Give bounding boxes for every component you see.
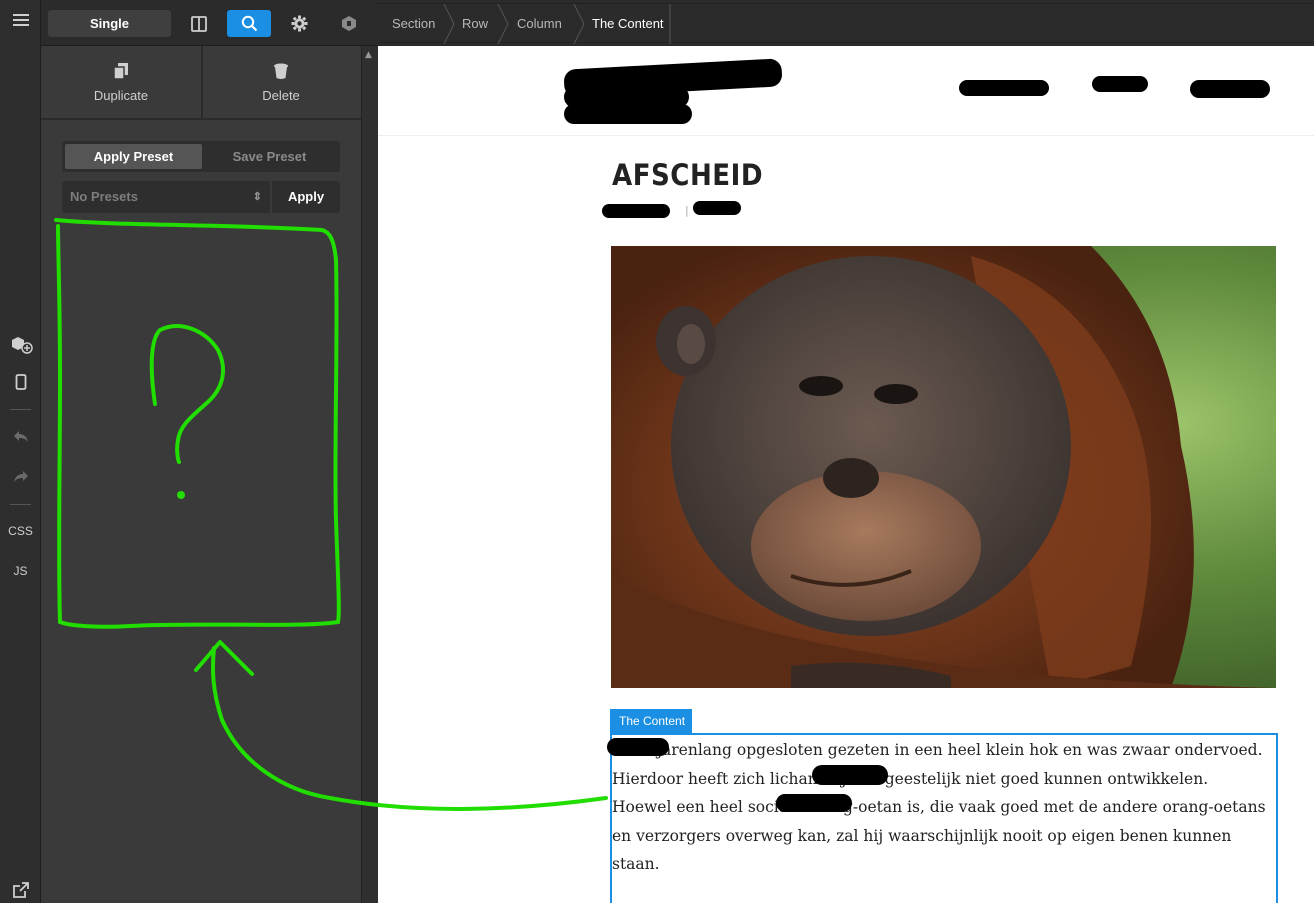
hexagon-icon[interactable] [327,10,371,37]
redacted-meta [693,201,741,215]
trash-icon [274,63,288,79]
breadcrumb-end [669,4,671,44]
breadcrumb-chevron [497,4,509,44]
page-title: AFSCHEID [612,158,763,192]
redacted-meta [602,204,670,218]
js-button[interactable]: JS [0,564,41,578]
top-bar: Single Section Row Column The Content [41,0,1314,46]
breadcrumb-chevron [443,4,455,44]
redacted-name [776,794,852,812]
undo-icon[interactable] [0,429,41,446]
rail-divider [10,409,31,410]
redacted-nav-item[interactable] [1190,80,1270,98]
preset-tabs: Apply Preset Save Preset [62,141,340,172]
css-button[interactable]: CSS [0,524,41,538]
duplicate-label: Duplicate [93,88,149,103]
preset-select-value: No Presets [70,189,138,204]
delete-button[interactable]: Delete [201,46,361,120]
single-mode-button[interactable]: Single [48,10,171,37]
site-header [378,46,1314,136]
add-element-icon[interactable] [0,334,41,357]
left-rail: CSS JS [0,0,41,903]
orangutan-photo [611,246,1276,688]
breadcrumb-section[interactable]: Section [392,4,435,44]
tab-save-preset[interactable]: Save Preset [202,144,337,169]
breadcrumb: Section Row Column The Content [378,3,1314,44]
rail-divider [10,504,31,505]
hamburger-icon[interactable] [0,12,41,31]
chevron-updown-icon: ⇕ [252,191,262,203]
preset-select[interactable]: No Presets ⇕ [62,181,270,213]
redacted-nav-item[interactable] [959,80,1049,96]
delete-label: Delete [262,88,300,103]
toolbar-left: Single [41,0,378,46]
redacted-nav-item[interactable] [1092,76,1148,92]
gear-icon[interactable] [277,10,321,37]
breadcrumb-the-content[interactable]: The Content [592,4,664,44]
element-actions: Duplicate Delete [41,46,361,120]
tab-apply-preset[interactable]: Apply Preset [65,144,202,169]
duplicate-icon [113,63,128,80]
duplicate-button[interactable]: Duplicate [41,46,201,120]
scroll-up-icon[interactable]: ▲ [365,50,372,60]
inspector-panel: Duplicate Delete Apply Preset Save Prese… [41,46,361,903]
meta-separator: | [685,204,689,217]
apply-preset-button[interactable]: Apply [272,181,340,213]
breadcrumb-column[interactable]: Column [517,4,562,44]
redo-icon[interactable] [0,469,41,486]
page-preview: AFSCHEID | The Content heeft jarenlang o… [378,46,1314,903]
search-icon[interactable] [227,10,271,37]
content-paragraph[interactable]: heeft jarenlang opgesloten gezeten in ee… [612,736,1272,879]
columns-icon[interactable] [177,10,221,37]
breadcrumb-chevron [573,4,585,44]
redacted-name [607,738,669,756]
redacted-logo [564,104,692,124]
redacted-name [812,765,888,785]
mobile-preview-icon[interactable] [0,374,41,393]
panel-scrollbar[interactable]: ▲ [361,46,378,903]
breadcrumb-row[interactable]: Row [462,4,488,44]
builder-app: CSS JS Single Section Row Column The Con… [0,0,1314,903]
external-link-icon[interactable] [0,882,41,901]
the-content-tag[interactable]: The Content [610,709,692,733]
